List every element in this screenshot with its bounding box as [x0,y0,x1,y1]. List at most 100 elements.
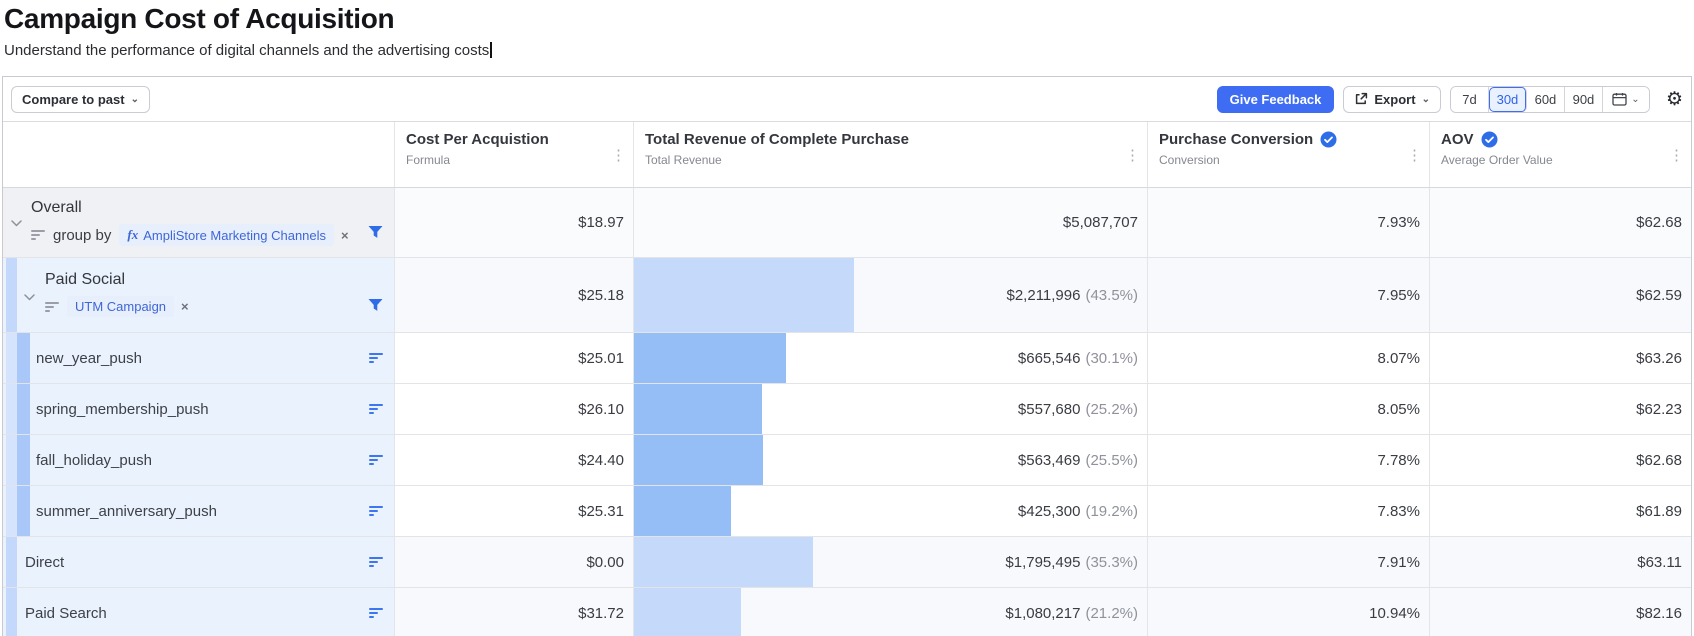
cost-cell[interactable]: $24.40 [395,435,634,485]
row-group-icon[interactable] [369,402,383,416]
row-label: Paid Search [25,605,107,622]
revenue-cell[interactable]: $2,211,996(43.5%) [634,258,1148,332]
give-feedback-button[interactable]: Give Feedback [1217,86,1335,113]
table-row: Paid Search $31.72 $1,080,217 (21.2%) 10.… [3,588,1691,636]
aov-cell[interactable]: $62.23 [1430,384,1691,434]
conversion-cell[interactable]: 7.93% [1148,188,1430,257]
revenue-cell[interactable]: $563,469(25.5%) [634,435,1148,485]
export-button[interactable]: Export⌄ [1343,86,1441,113]
toolbar: Compare to past⌄ Give Feedback Export⌄ 7… [3,77,1691,122]
cost-cell[interactable]: $31.72 [395,588,634,636]
revenue-share: (25.5%) [1085,452,1138,469]
group-by-chip[interactable]: UTM Campaign [67,296,174,317]
revenue-cell[interactable]: $425,300(19.2%) [634,486,1148,536]
column-menu-icon[interactable]: ⋮ [611,146,626,164]
date-range-segmented-control: 7d 30d 60d 90d ⌄ [1450,86,1650,113]
group-by-icon [31,228,45,242]
cost-cell[interactable]: $25.01 [395,333,634,383]
conversion-cell[interactable]: 8.07% [1148,333,1430,383]
conversion-cell[interactable]: 10.94% [1148,588,1430,636]
row-label-cell[interactable]: Paid Social UTM Campaign × [3,258,395,332]
revenue-share: (25.2%) [1085,401,1138,418]
row-group-icon[interactable] [369,555,383,569]
conversion-cell[interactable]: 7.78% [1148,435,1430,485]
row-label-cell[interactable]: spring_membership_push [3,384,395,434]
range-30d[interactable]: 30d [1489,87,1527,112]
aov-cell[interactable]: $63.11 [1430,537,1691,587]
aov-cell[interactable]: $61.89 [1430,486,1691,536]
revenue-share: (35.3%) [1085,554,1138,571]
conversion-cell[interactable]: 7.91% [1148,537,1430,587]
row-label-cell[interactable]: new_year_push [3,333,395,383]
revenue-share: (19.2%) [1085,503,1138,520]
column-header-total-revenue[interactable]: Total Revenue of Complete Purchase Total… [634,122,1148,187]
page-subtitle[interactable]: Understand the performance of digital ch… [4,42,1694,59]
column-menu-icon[interactable]: ⋮ [1125,146,1140,164]
table-row: Overall group by fxAmpliStore Marketing … [3,188,1691,258]
row-label-cell[interactable]: summer_anniversary_push [3,486,395,536]
revenue-share: (43.5%) [1085,287,1138,304]
compare-to-past-button[interactable]: Compare to past⌄ [11,86,150,113]
column-menu-icon[interactable]: ⋮ [1407,146,1422,164]
revenue-cell[interactable]: $665,546(30.1%) [634,333,1148,383]
column-header-aov[interactable]: AOV Average Order Value ⋮ [1430,122,1691,187]
revenue-value: $2,211,996 [1007,287,1081,304]
range-7d[interactable]: 7d [1451,87,1489,112]
revenue-share: (21.2%) [1085,605,1138,622]
group-by-label: group by [53,227,111,244]
formula-icon: fx [127,227,138,243]
remove-chip-icon[interactable]: × [341,228,349,243]
row-label-cell[interactable]: Paid Search [3,588,395,636]
remove-chip-icon[interactable]: × [181,299,189,314]
revenue-bar [634,258,854,332]
group-by-chip[interactable]: fxAmpliStore Marketing Channels [119,224,334,246]
chevron-down-icon: ⌄ [1422,95,1430,105]
cost-cell[interactable]: $0.00 [395,537,634,587]
indent-stripe [17,435,30,485]
column-menu-icon[interactable]: ⋮ [1669,146,1684,164]
row-label: Direct [25,554,64,571]
revenue-cell[interactable]: $5,087,707 [634,188,1148,257]
verified-badge-icon [1481,131,1498,148]
cost-cell[interactable]: $25.31 [395,486,634,536]
calendar-picker-button[interactable]: ⌄ [1603,87,1649,112]
cost-cell[interactable]: $25.18 [395,258,634,332]
row-group-icon[interactable] [369,453,383,467]
row-label-cell[interactable]: Direct [3,537,395,587]
column-header-purchase-conversion[interactable]: Purchase Conversion Conversion ⋮ [1148,122,1430,187]
revenue-cell[interactable]: $1,795,495(35.3%) [634,537,1148,587]
filter-icon[interactable] [368,226,383,239]
revenue-cell[interactable]: $557,680(25.2%) [634,384,1148,434]
row-group-icon[interactable] [369,351,383,365]
row-label-cell[interactable]: Overall group by fxAmpliStore Marketing … [3,188,395,257]
row-group-icon[interactable] [369,606,383,620]
row-group-icon[interactable] [369,504,383,518]
aov-cell[interactable]: $62.59 [1430,258,1691,332]
chevron-down-icon[interactable] [11,214,22,232]
chevron-down-icon[interactable] [24,288,35,306]
filter-icon[interactable] [368,299,383,312]
range-60d[interactable]: 60d [1527,87,1565,112]
revenue-cell[interactable]: $1,080,217 (21.2%) [634,588,1148,636]
aov-cell[interactable]: $62.68 [1430,435,1691,485]
indent-stripe [6,435,17,485]
range-90d[interactable]: 90d [1565,87,1603,112]
revenue-value: $1,080,217 [1005,605,1080,622]
cost-cell[interactable]: $18.97 [395,188,634,257]
aov-cell[interactable]: $62.68 [1430,188,1691,257]
text-cursor [490,42,492,58]
row-label: Paid Social [45,271,394,289]
column-header-cost-per-acquistion[interactable]: Cost Per Acquistion Formula ⋮ [395,122,634,187]
conversion-cell[interactable]: 8.05% [1148,384,1430,434]
aov-cell[interactable]: $63.26 [1430,333,1691,383]
row-label-cell[interactable]: fall_holiday_push [3,435,395,485]
settings-gear-icon[interactable]: ⚙ [1666,90,1683,109]
aov-cell[interactable]: $82.16 [1430,588,1691,636]
page-title: Campaign Cost of Acquisition [4,3,1694,35]
conversion-cell[interactable]: 7.95% [1148,258,1430,332]
conversion-cell[interactable]: 7.83% [1148,486,1430,536]
cost-cell[interactable]: $26.10 [395,384,634,434]
verified-badge-icon [1320,131,1337,148]
export-icon [1354,92,1368,106]
indent-stripe [6,588,17,636]
